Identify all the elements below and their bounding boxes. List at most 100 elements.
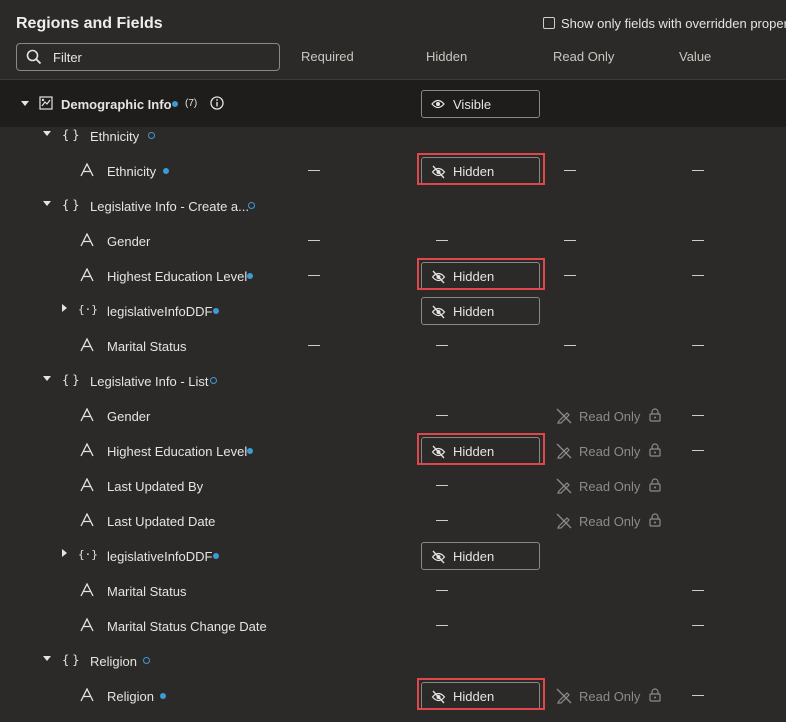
lock-icon bbox=[649, 443, 661, 457]
visibility-label: Visible bbox=[453, 97, 492, 112]
hidden-dash bbox=[436, 415, 448, 416]
field-count: (7) bbox=[185, 98, 198, 109]
indicator-dot bbox=[247, 448, 253, 454]
tree-row-label: Marital Status Change Date bbox=[107, 619, 267, 634]
indicator-dot-outline bbox=[148, 132, 155, 139]
required-dash bbox=[308, 170, 320, 171]
value-dash bbox=[692, 590, 704, 591]
text-field-icon bbox=[80, 688, 94, 702]
expand-caret-icon[interactable] bbox=[62, 304, 67, 312]
column-header-read-only[interactable]: Read Only bbox=[553, 49, 614, 64]
tree-row-marital-status[interactable]: Marital Status bbox=[0, 574, 786, 609]
checkbox-box[interactable] bbox=[543, 17, 555, 29]
indicator-dot bbox=[247, 273, 253, 279]
tree-row-label: Legislative Info - List bbox=[90, 374, 209, 389]
tree-row-marital-status-change-date[interactable]: Marital Status Change Date bbox=[0, 609, 786, 644]
hidden-dash bbox=[436, 240, 448, 241]
read-only-dash bbox=[564, 275, 576, 276]
hidden-dash bbox=[436, 485, 448, 486]
tree-row-label: Demographic Info bbox=[61, 97, 172, 112]
highlight-box bbox=[417, 153, 545, 185]
collapse-caret-icon[interactable] bbox=[43, 656, 51, 661]
text-field-icon bbox=[80, 513, 94, 527]
read-only-label: Read Only bbox=[579, 514, 641, 529]
collapse-caret-icon[interactable] bbox=[21, 101, 29, 106]
group-braces-icon: {} bbox=[62, 198, 83, 212]
read-only-label: Read Only bbox=[579, 444, 641, 459]
tree-row-legislative-info-ddf[interactable]: {·} legislativeInfoDDF Hidden bbox=[0, 539, 786, 574]
tree-row-legislative-list-group[interactable]: {} Legislative Info - List bbox=[0, 364, 786, 399]
override-filter-label: Show only fields with overridden propert… bbox=[561, 16, 786, 31]
text-field-icon bbox=[80, 618, 94, 632]
eye-icon bbox=[431, 99, 445, 109]
tree-row-label: Ethnicity bbox=[107, 164, 157, 179]
edit-disabled-icon bbox=[556, 688, 572, 704]
edit-disabled-icon bbox=[556, 408, 572, 424]
read-only-dash bbox=[564, 345, 576, 346]
visibility-button[interactable]: Visible bbox=[421, 90, 540, 118]
override-filter-checkbox[interactable]: Show only fields with overridden propert… bbox=[543, 16, 786, 31]
tree-row-gender[interactable]: Gender bbox=[0, 224, 786, 259]
tree-row-ethnicity-group[interactable]: {} Ethnicity bbox=[0, 119, 786, 154]
tree-row-label: Last Updated By bbox=[107, 479, 204, 494]
collapse-caret-icon[interactable] bbox=[43, 201, 51, 206]
text-field-icon bbox=[80, 443, 94, 457]
indicator-dot bbox=[163, 168, 169, 174]
hidden-dash bbox=[436, 590, 448, 591]
tree-row-label: legislativeInfoDDF bbox=[107, 549, 213, 564]
read-only-status: Read Only bbox=[556, 688, 661, 707]
info-icon[interactable] bbox=[210, 96, 224, 110]
tree-row-label: Last Updated Date bbox=[107, 514, 216, 529]
read-only-label: Read Only bbox=[579, 409, 641, 424]
indicator-dot-outline bbox=[210, 377, 217, 384]
tree-row-last-updated-date[interactable]: Last Updated Date Read Only bbox=[0, 504, 786, 539]
expand-caret-icon[interactable] bbox=[62, 549, 67, 557]
value-dash bbox=[692, 415, 704, 416]
filter-input[interactable] bbox=[53, 47, 263, 67]
search-icon bbox=[26, 49, 42, 65]
column-header-required[interactable]: Required bbox=[301, 49, 354, 64]
value-dash bbox=[692, 170, 704, 171]
collapse-caret-icon[interactable] bbox=[43, 376, 51, 381]
text-field-icon bbox=[80, 408, 94, 422]
text-field-icon bbox=[80, 268, 94, 282]
collapse-caret-icon[interactable] bbox=[43, 131, 51, 136]
tree-row-legislative-create-group[interactable]: {} Legislative Info - Create a... bbox=[0, 189, 786, 224]
tree-row-marital-status[interactable]: Marital Status bbox=[0, 329, 786, 364]
tree-row-religion-group[interactable]: {} Religion bbox=[0, 644, 786, 679]
tree-row-religion-field[interactable]: Religion Hidden Read Only bbox=[0, 678, 786, 714]
hidden-dash bbox=[436, 345, 448, 346]
column-header-hidden[interactable]: Hidden bbox=[426, 49, 467, 64]
tree-row-gender[interactable]: Gender Read Only bbox=[0, 399, 786, 434]
tree-row-highest-education-level[interactable]: Highest Education Level Hidden bbox=[0, 258, 786, 294]
ddf-icon: {·} bbox=[78, 548, 98, 561]
column-header-value[interactable]: Value bbox=[679, 49, 711, 64]
group-braces-icon: {} bbox=[62, 653, 83, 667]
required-dash bbox=[308, 345, 320, 346]
lock-icon bbox=[649, 408, 661, 422]
edit-disabled-icon bbox=[556, 478, 572, 494]
page-title: Regions and Fields bbox=[16, 15, 163, 32]
tree-row-last-updated-by[interactable]: Last Updated By Read Only bbox=[0, 469, 786, 504]
region-icon bbox=[39, 96, 53, 110]
value-dash bbox=[692, 450, 704, 451]
tree-row-highest-education-level[interactable]: Highest Education Level Hidden Read Only bbox=[0, 433, 786, 469]
tree-row-legislative-info-ddf[interactable]: {·} legislativeInfoDDF Hidden bbox=[0, 294, 786, 329]
edit-disabled-icon bbox=[556, 513, 572, 529]
read-only-status: Read Only bbox=[556, 408, 661, 427]
indicator-dot bbox=[160, 693, 166, 699]
visibility-button[interactable]: Hidden bbox=[421, 542, 540, 570]
visibility-button[interactable]: Hidden bbox=[421, 297, 540, 325]
filter-field[interactable] bbox=[16, 43, 280, 71]
indicator-dot bbox=[213, 553, 219, 559]
indicator-dot-outline bbox=[248, 202, 255, 209]
text-field-icon bbox=[80, 163, 94, 177]
tree-row-label: Highest Education Level bbox=[107, 269, 248, 284]
value-dash bbox=[692, 240, 704, 241]
required-dash bbox=[308, 275, 320, 276]
lock-icon bbox=[649, 513, 661, 527]
tree-row-ethnicity-field[interactable]: Ethnicity Hidden bbox=[0, 153, 786, 189]
indicator-dot-outline bbox=[143, 657, 150, 664]
highlight-box bbox=[417, 433, 545, 465]
tree-row-label: Marital Status bbox=[107, 584, 187, 599]
